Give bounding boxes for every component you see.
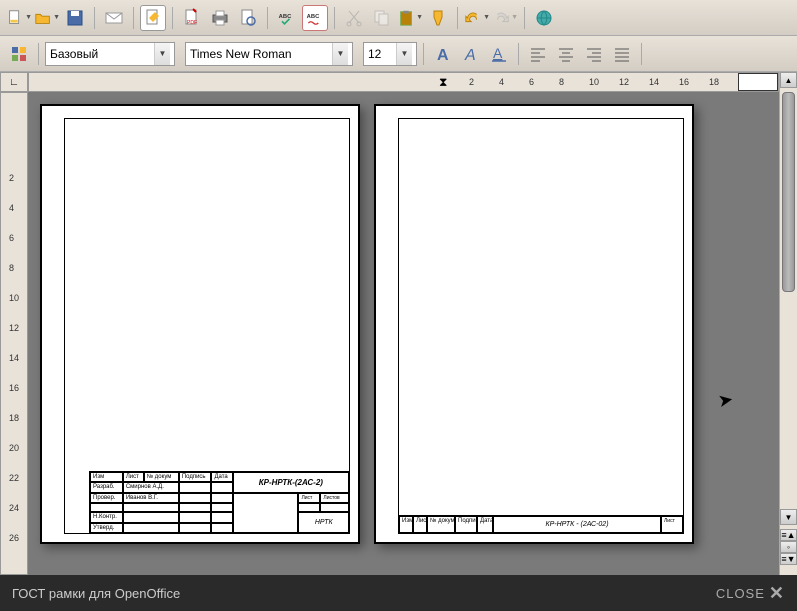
new-doc-button[interactable]: ▼ (6, 5, 32, 31)
svg-text:ABC: ABC (279, 14, 292, 20)
lightbox-footer: ГОСТ рамки для OpenOffice CLOSE ✕ (0, 575, 797, 611)
hruler-tick: 14 (649, 77, 659, 87)
font-size-combo[interactable]: 12 ▼ (363, 42, 417, 66)
vertical-scrollbar[interactable]: ▲ ▼ ≡▲ ◦ ≡▼ (779, 72, 797, 575)
auto-spellcheck-button[interactable]: ABC (302, 5, 328, 31)
save-button[interactable] (62, 5, 88, 31)
font-name-value: Times New Roman (190, 47, 332, 61)
close-label: CLOSE (716, 586, 765, 601)
hruler-tick: 16 (679, 77, 689, 87)
vruler-tick: 12 (9, 323, 19, 333)
align-left-button[interactable] (525, 41, 551, 67)
horizontal-ruler[interactable]: ⧗ 2 4 6 8 10 12 14 16 18 (28, 72, 779, 92)
paragraph-style-value: Базовый (50, 47, 154, 61)
edit-button[interactable] (140, 5, 166, 31)
hourglass-icon: ⧗ (439, 75, 447, 90)
bold-button[interactable]: A (430, 41, 456, 67)
undo-button[interactable]: ▼ (464, 5, 490, 31)
print-preview-button[interactable] (235, 5, 261, 31)
format-paint-button[interactable] (425, 5, 451, 31)
vruler-tick: 20 (9, 443, 19, 453)
main-toolbar: ▼ ▼ PDF ABC ABC ▼ ▼ ▼ (0, 0, 797, 36)
font-name-combo[interactable]: Times New Roman ▼ (185, 42, 353, 66)
scroll-thumb[interactable] (782, 92, 795, 292)
vruler-tick: 22 (9, 473, 19, 483)
paste-button[interactable]: ▼ (397, 5, 423, 31)
copy-button[interactable] (369, 5, 395, 31)
hruler-tick: 4 (499, 77, 504, 87)
redo-button[interactable]: ▼ (492, 5, 518, 31)
vruler-tick: 4 (9, 203, 14, 213)
doc-code-2: КР-НРТК - (2АС-02) (493, 516, 661, 533)
italic-button[interactable]: A (458, 41, 484, 67)
page-2: Изм Лист № докум. Подпись Дата КР-НРТК -… (374, 104, 694, 544)
svg-text:A: A (464, 47, 476, 64)
vruler-tick: 24 (9, 503, 19, 513)
styles-button[interactable] (6, 41, 32, 67)
doc-code-1: КР-НРТК-(2АС-2) (233, 472, 349, 493)
caption-text: ГОСТ рамки для OpenOffice (12, 586, 180, 601)
hyperlink-button[interactable] (531, 5, 557, 31)
editor-area: ∟ ⧗ 24681012141618 246810121416182022242… (0, 72, 797, 575)
open-button[interactable]: ▼ (34, 5, 60, 31)
document-canvas[interactable]: Изм Лист № докум Подпись Дата КР-НРТК-(2… (28, 92, 779, 575)
next-page-button[interactable]: ≡▼ (780, 553, 797, 565)
vertical-ruler[interactable]: 2468101214161820222426 (0, 92, 28, 575)
vruler-tick: 26 (9, 533, 19, 543)
mail-button[interactable] (101, 5, 127, 31)
align-center-button[interactable] (553, 41, 579, 67)
svg-text:PDF: PDF (187, 20, 197, 26)
vruler-tick: 10 (9, 293, 19, 303)
ruler-corner: ∟ (0, 72, 28, 92)
align-justify-button[interactable] (609, 41, 635, 67)
vruler-tick: 6 (9, 233, 14, 243)
font-size-dropdown[interactable]: ▼ (396, 43, 412, 65)
prev-page-button[interactable]: ≡▲ (780, 529, 797, 541)
close-icon: ✕ (769, 583, 785, 604)
hruler-tick: 10 (589, 77, 599, 87)
format-toolbar: Базовый ▼ Times New Roman ▼ 12 ▼ A A A (0, 36, 797, 72)
page-1: Изм Лист № докум Подпись Дата КР-НРТК-(2… (40, 104, 360, 544)
title-block-1: Изм Лист № докум Подпись Дата КР-НРТК-(2… (89, 471, 349, 533)
svg-text:A: A (437, 47, 449, 64)
vruler-tick: 8 (9, 263, 14, 273)
font-size-value: 12 (368, 47, 396, 61)
svg-text:A: A (493, 45, 503, 61)
cut-button[interactable] (341, 5, 367, 31)
svg-text:ABC: ABC (307, 14, 320, 20)
close-button[interactable]: CLOSE ✕ (716, 583, 785, 604)
paragraph-style-dropdown[interactable]: ▼ (154, 43, 170, 65)
font-name-dropdown[interactable]: ▼ (332, 43, 348, 65)
vruler-tick: 14 (9, 353, 19, 363)
paragraph-style-combo[interactable]: Базовый ▼ (45, 42, 175, 66)
print-button[interactable] (207, 5, 233, 31)
vruler-tick: 18 (9, 413, 19, 423)
vruler-tick: 16 (9, 383, 19, 393)
hruler-tick: 8 (559, 77, 564, 87)
underline-button[interactable]: A (486, 41, 512, 67)
hruler-tick: 18 (709, 77, 719, 87)
spellcheck-button[interactable]: ABC (274, 5, 300, 31)
nav-select-button[interactable]: ◦ (780, 541, 797, 553)
hruler-tick: 6 (529, 77, 534, 87)
org-label: НРТК (298, 512, 349, 533)
hruler-tick: 2 (469, 77, 474, 87)
vruler-tick: 2 (9, 173, 14, 183)
scroll-down-button[interactable]: ▼ (780, 509, 797, 525)
hruler-tick: 12 (619, 77, 629, 87)
align-right-button[interactable] (581, 41, 607, 67)
title-block-2: Изм Лист № докум. Подпись Дата КР-НРТК -… (399, 515, 683, 533)
pdf-export-button[interactable]: PDF (179, 5, 205, 31)
scroll-up-button[interactable]: ▲ (780, 72, 797, 88)
